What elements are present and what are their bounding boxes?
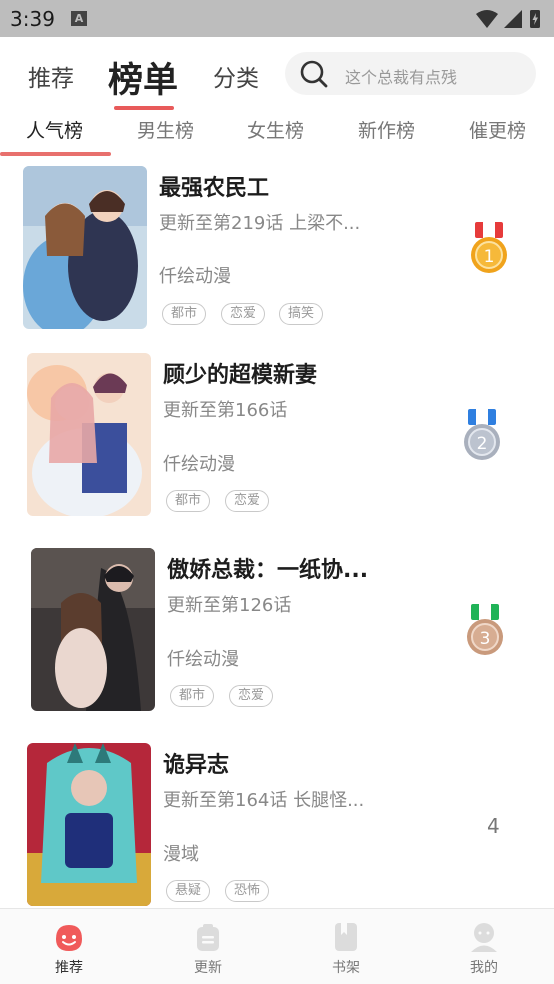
rank-tab-urge[interactable]: 催更榜	[469, 116, 526, 143]
rank-number: 3	[480, 629, 491, 649]
status-time: 3:39	[10, 7, 55, 31]
user-icon	[471, 923, 497, 952]
tag: 恋爱	[229, 685, 274, 707]
comic-author: 仟绘动漫	[159, 266, 231, 287]
comic-author: 漫域	[163, 844, 199, 865]
search-icon	[300, 60, 328, 88]
bottom-nav-updates[interactable]: 更新	[178, 917, 238, 979]
comic-cover[interactable]	[27, 353, 151, 516]
bottom-nav-bookshelf[interactable]: 书架	[316, 917, 376, 979]
tag: 恋爱	[221, 303, 266, 325]
bottom-nav-recommend[interactable]: 推荐	[39, 917, 99, 979]
tag: 搞笑	[279, 303, 324, 325]
silver-medal-icon: 2	[464, 409, 500, 460]
tag: 都市	[166, 490, 211, 512]
rank-tab-female[interactable]: 女生榜	[247, 116, 304, 143]
comic-update: 更新至第219话 上梁不...	[159, 213, 361, 234]
rank-tabs: 人气榜 男生榜 女生榜 新作榜 催更榜	[0, 105, 554, 157]
comic-update: 更新至第164话 长腿怪...	[163, 790, 365, 811]
wifi-icon	[476, 10, 498, 28]
system-status-icons	[476, 10, 540, 28]
signal-icon	[504, 10, 522, 28]
tab-recommend[interactable]: 推荐	[28, 59, 74, 93]
comic-update: 更新至第166话	[163, 400, 288, 421]
rank-tab-indicator	[0, 152, 111, 156]
bag-icon	[197, 924, 219, 951]
comic-title[interactable]: 最强农民工	[159, 170, 269, 202]
rank-tab-male[interactable]: 男生榜	[137, 116, 194, 143]
rank-number: 2	[477, 434, 488, 454]
comic-author: 仟绘动漫	[167, 649, 239, 670]
comic-author: 仟绘动漫	[163, 454, 235, 475]
comic-cover[interactable]	[27, 743, 151, 906]
list-item[interactable]: 傲娇总裁：一纸协... 更新至第126话 仟绘动漫 都市 恋爱 3	[0, 545, 554, 725]
rank-tab-popular[interactable]: 人气榜	[26, 116, 83, 143]
top-nav: 推荐 榜单 分类 这个总裁有点残	[0, 37, 554, 110]
status-bar: 3:39 A	[0, 0, 554, 37]
book-icon	[335, 923, 357, 951]
list-item[interactable]: 诡异志 更新至第164话 长腿怪... 漫域 悬疑 恐怖 4	[0, 740, 554, 920]
bronze-medal-icon: 3	[467, 604, 503, 655]
notification-icon: A	[71, 11, 87, 26]
tab-rankings[interactable]: 榜单	[108, 52, 178, 103]
tag: 都市	[162, 303, 207, 325]
bottom-nav-label: 我的	[470, 960, 498, 976]
rank-tab-new[interactable]: 新作榜	[358, 116, 415, 143]
tag: 恐怖	[225, 880, 270, 902]
list-item[interactable]: 最强农民工 更新至第219话 上梁不... 仟绘动漫 都市 恋爱 搞笑 1	[0, 160, 554, 340]
tag: 悬疑	[166, 880, 211, 902]
gold-medal-icon: 1	[471, 222, 507, 273]
list-item[interactable]: 顾少的超模新妻 更新至第166话 仟绘动漫 都市 恋爱 2	[0, 350, 554, 530]
tag: 都市	[170, 685, 215, 707]
comic-update: 更新至第126话	[167, 595, 292, 616]
tab-categories[interactable]: 分类	[213, 59, 259, 93]
bottom-nav-label: 推荐	[55, 960, 83, 976]
search-placeholder: 这个总裁有点残	[345, 68, 458, 87]
comic-cover[interactable]	[31, 548, 155, 711]
comic-title[interactable]: 顾少的超模新妻	[163, 357, 317, 389]
comic-cover[interactable]	[23, 166, 147, 329]
bottom-nav-label: 书架	[332, 960, 360, 976]
rank-number: 1	[484, 247, 495, 267]
tag: 恋爱	[225, 490, 270, 512]
search-box[interactable]: 这个总裁有点残	[285, 52, 536, 95]
bottom-nav: 推荐 更新 书架 我的	[0, 908, 554, 984]
bottom-nav-label: 更新	[194, 960, 222, 976]
comic-title[interactable]: 诡异志	[163, 747, 229, 779]
rank-number: 4	[487, 814, 500, 838]
smile-face-icon	[56, 925, 82, 951]
bottom-nav-profile[interactable]: 我的	[454, 917, 514, 979]
comic-title[interactable]: 傲娇总裁：一纸协...	[167, 552, 368, 584]
